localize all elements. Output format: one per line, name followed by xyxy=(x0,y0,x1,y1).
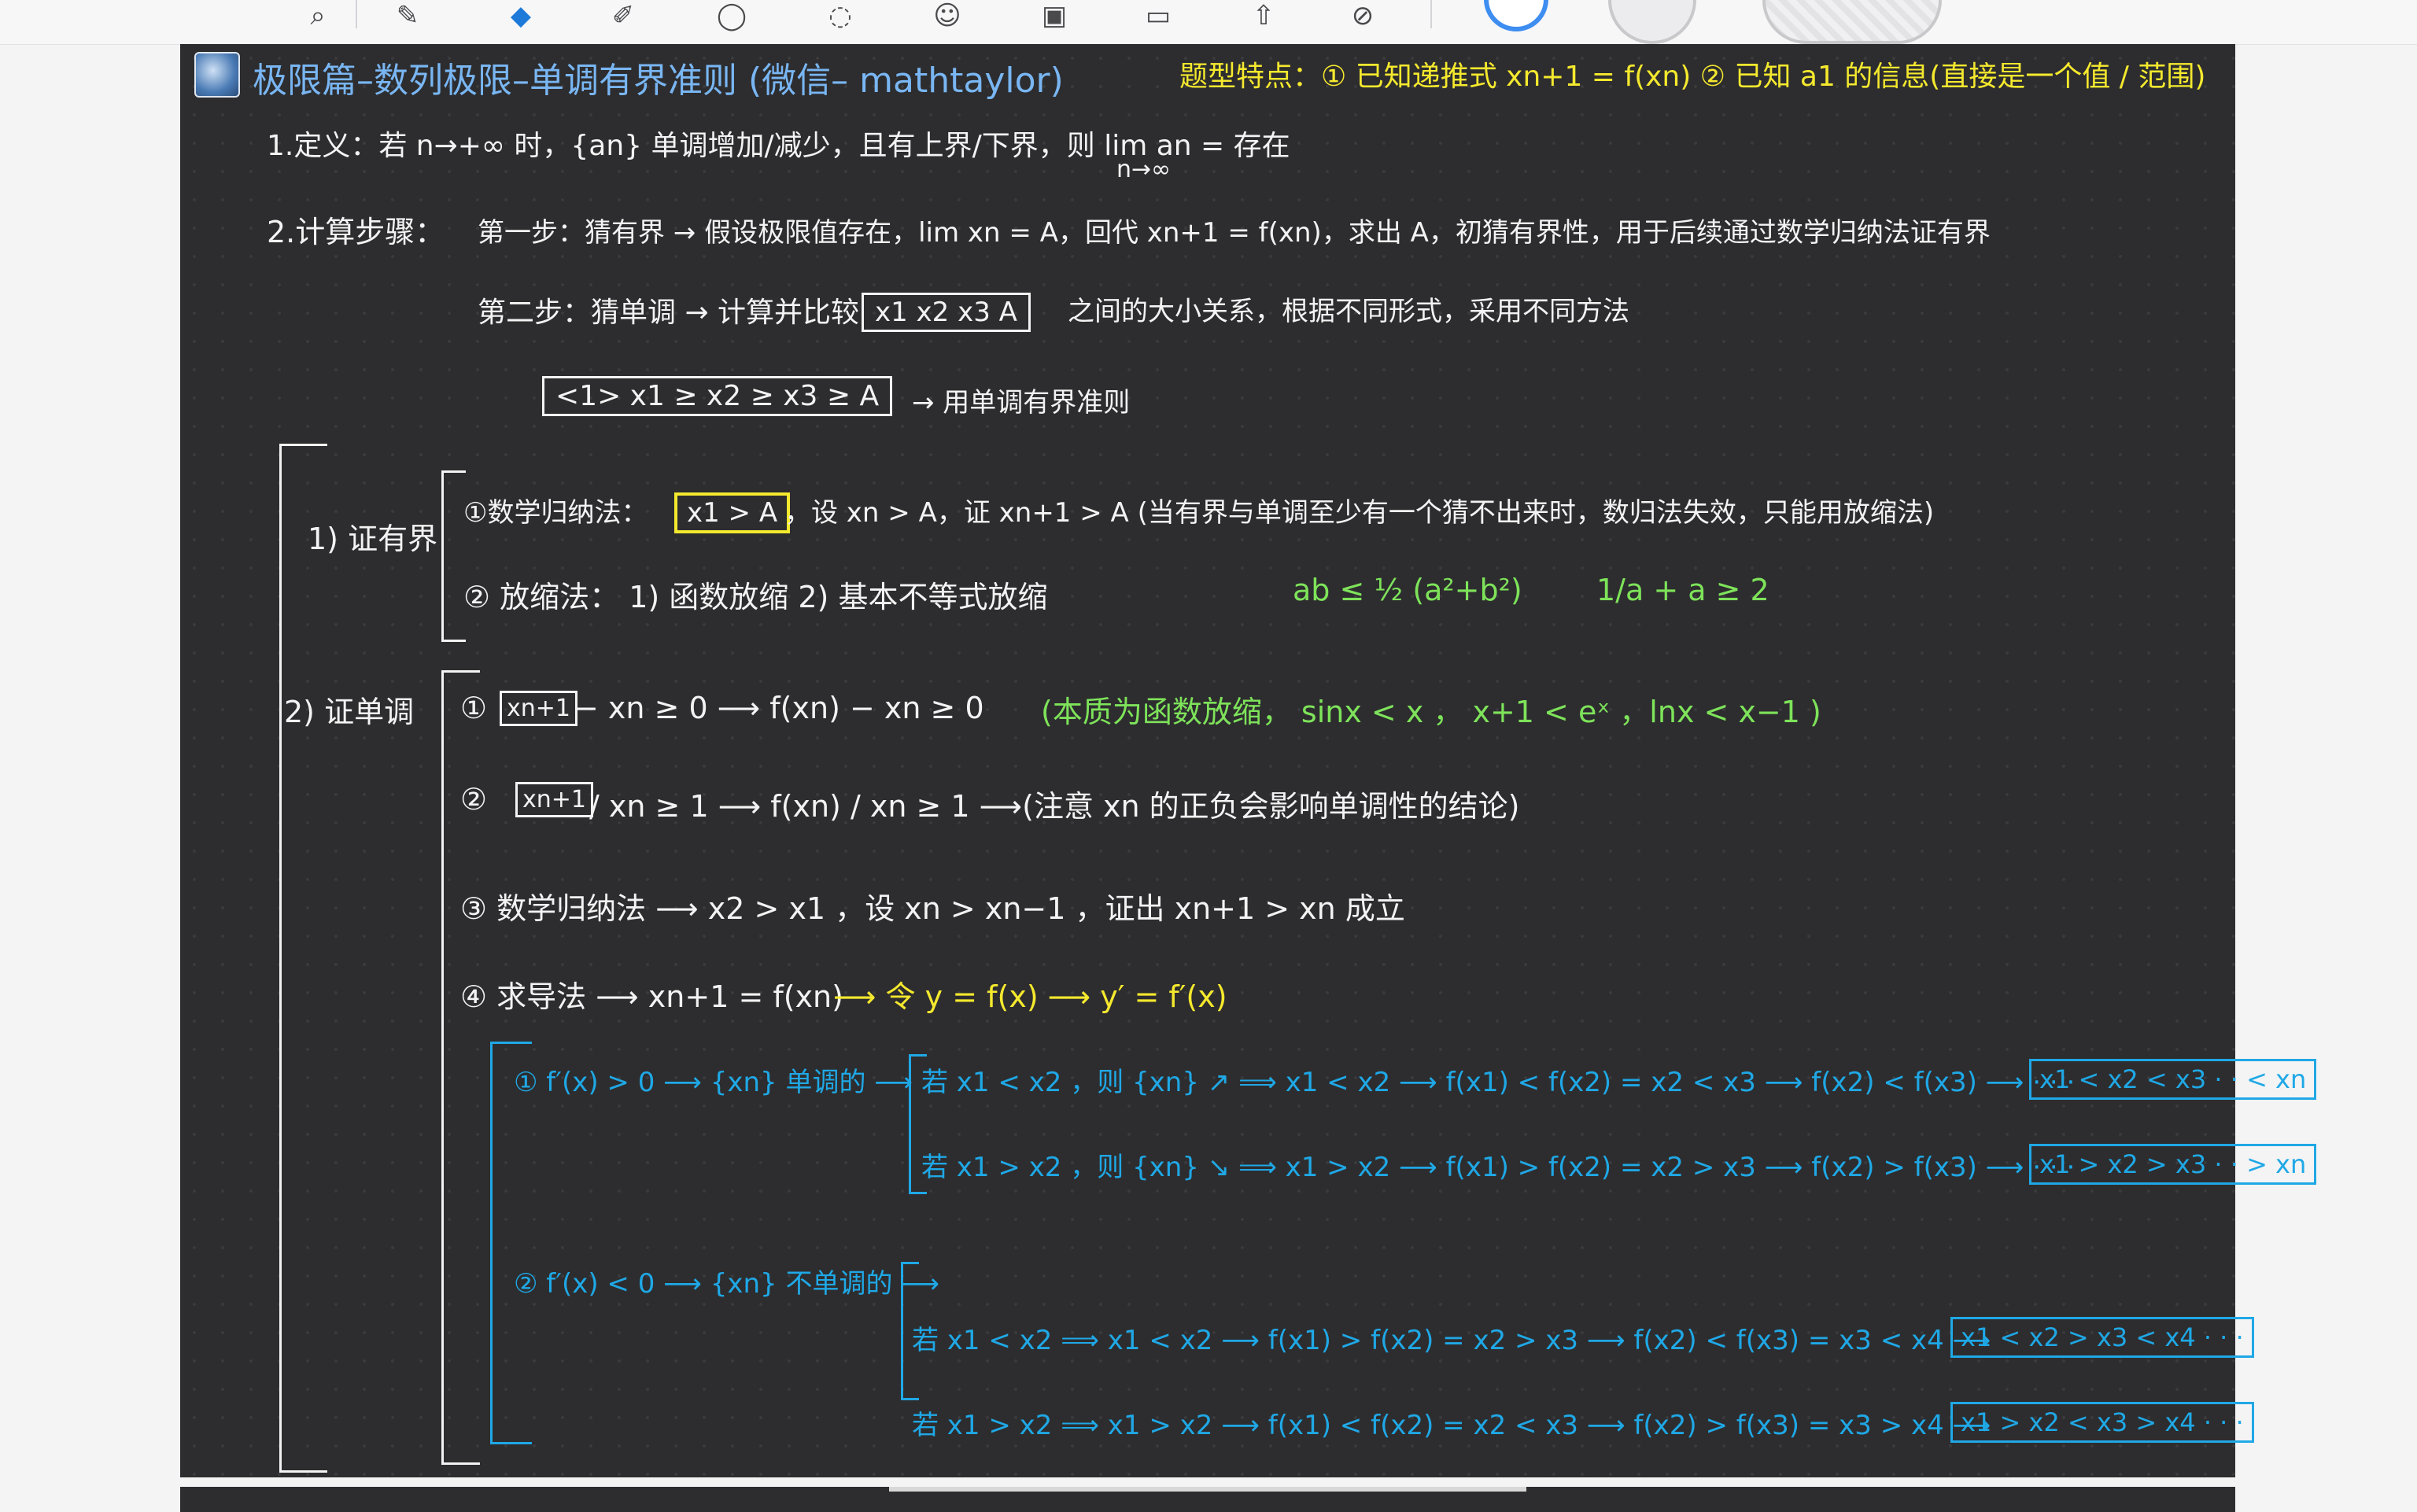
shapes-icon[interactable]: ◯ xyxy=(707,0,757,31)
steps-label: 2.计算步骤： xyxy=(267,215,445,249)
logo-icon xyxy=(194,52,240,98)
bounded-bracket xyxy=(441,470,466,642)
induction-suffix: ，设 xn > A，证 xn+1 > A (当有界与单调至少有一个猜不出来时，数… xyxy=(784,497,1935,529)
toolbar: ⌕ ✎ ◆ ✐ ◯ ◌ ☺ ▣ ▭ ⇧ ⊘ xyxy=(0,0,2417,45)
monotone-label: 2) 证单调 xyxy=(284,695,415,729)
bounded-label: 1) 证有界 xyxy=(308,522,438,556)
color-swatch-gray[interactable] xyxy=(1608,0,1696,44)
outer-bracket xyxy=(279,444,327,1473)
method1-box: xn+1 xyxy=(500,691,577,726)
page-scroll-indicator[interactable] xyxy=(889,1487,1526,1492)
zoom-lasso-icon[interactable]: ⌕ xyxy=(293,0,343,31)
method1-text: − xn ≥ 0 ⟶ f(xn) − xn ≥ 0 xyxy=(574,691,984,725)
method2-text: / xn ≥ 1 ⟶ f(xn) / xn ≥ 1 ⟶(注意 xn 的正负会影响… xyxy=(589,789,1520,824)
case2-first: 若 x1 < x2 ⟹ x1 < x2 ⟶ f(x1) > f(x2) = x2… xyxy=(912,1325,1991,1356)
method3-text: ③ 数学归纳法 ⟶ x2 > x1 ，设 xn > xn−1 ，证出 xn+1 … xyxy=(460,891,1405,926)
case1-increasing: 若 x1 < x2 ，则 {xn} ↗ ⟹ x1 < x2 ⟶ f(x1) < … xyxy=(921,1067,2076,1098)
method2-box: xn+1 xyxy=(515,782,593,817)
step2-compare-box: x1 x2 x3 A xyxy=(862,293,1031,332)
case1-decreasing-box: x1 > x2 > x3 · · > xn xyxy=(2029,1144,2317,1185)
toolbar-divider xyxy=(1430,0,1432,28)
case2-second: 若 x1 > x2 ⟹ x1 > x2 ⟶ f(x1) < f(x2) = x2… xyxy=(912,1410,1991,1441)
method2-num: ② xyxy=(460,782,488,817)
case1-decreasing: 若 x1 > x2 ，则 {xn} ↘ ⟹ x1 > x2 ⟶ f(x1) > … xyxy=(921,1152,2076,1183)
lasso-icon[interactable]: ◌ xyxy=(815,0,865,31)
step2-prefix: 第二步：猜单调 → 计算并比较 xyxy=(478,297,860,329)
highlighter-icon[interactable]: ✐ xyxy=(598,0,648,31)
case2-first-box: x1 < x2 > x3 < x4 · · · xyxy=(1950,1317,2254,1358)
scaling-methods: ② 放缩法： 1) 函数放缩 2) 基本不等式放缩 xyxy=(463,580,1048,614)
color-swatch-blue[interactable] xyxy=(1484,0,1548,31)
derivative-bracket xyxy=(490,1042,532,1444)
method1-num: ① xyxy=(460,691,488,725)
definition-lim-sub: n→∞ xyxy=(1116,156,1172,183)
link-icon[interactable]: ⊘ xyxy=(1338,0,1388,31)
image-icon[interactable]: ▣ xyxy=(1029,0,1079,31)
scaling-formula-2: 1/a + a ≥ 2 xyxy=(1596,573,1769,607)
case1-label: ① f′(x) > 0 ⟶ {xn} 单调的 ⟶ xyxy=(514,1067,913,1098)
case2-label: ② f′(x) < 0 ⟶ {xn} 不单调的 ⟶ xyxy=(514,1268,940,1300)
method4-derivative: ⟶ 令 y = f(x) ⟶ y′ = f′(x) xyxy=(833,979,1227,1014)
problem-features: 题型特点：① 已知递推式 xn+1 = f(xn) ② 已知 a1 的信息(直接… xyxy=(1179,61,2206,93)
step1-text: 第一步：猜有界 → 假设极限值存在，lim xn = A，回代 xn+1 = f… xyxy=(478,217,1991,249)
upload-icon[interactable]: ⇧ xyxy=(1238,0,1289,31)
eraser-icon[interactable]: ◆ xyxy=(496,0,546,31)
method1-note: (本质为函数放缩， sinx < x ， x+1 < eˣ ，lnx < x−1… xyxy=(1041,695,1821,729)
sticker-icon[interactable]: ☺ xyxy=(922,0,972,31)
chain-box: <1> x1 ≥ x2 ≥ x3 ≥ A xyxy=(542,376,893,416)
induction-prefix: ①数学归纳法： xyxy=(463,497,648,529)
color-swatch-pattern[interactable] xyxy=(1762,0,1942,44)
step2-suffix: 之间的大小关系，根据不同形式，采用不同方法 xyxy=(1068,296,1629,327)
text-box-icon[interactable]: ▭ xyxy=(1133,0,1183,31)
induction-box: x1 > A xyxy=(674,492,791,533)
scaling-formula-1: ab ≤ ½ (a²+b²) xyxy=(1293,573,1522,607)
toolbar-divider xyxy=(356,0,357,28)
pen-icon[interactable]: ✎ xyxy=(382,0,433,31)
case1-increasing-box: x1 < x2 < x3 · · < xn xyxy=(2029,1059,2317,1100)
case2-second-box: x1 > x2 < x3 > x4 · · · xyxy=(1950,1402,2254,1443)
method4-prefix: ④ 求导法 ⟶ xn+1 = f(xn) xyxy=(460,979,843,1014)
chain-suffix: → 用单调有界准则 xyxy=(912,387,1131,419)
note-page[interactable]: 极限篇–数列极限–单调有界准则 (微信– mathtaylor) 题型特点：① … xyxy=(180,44,2317,1477)
page-title: 极限篇–数列极限–单调有界准则 (微信– mathtaylor) xyxy=(253,61,1064,101)
